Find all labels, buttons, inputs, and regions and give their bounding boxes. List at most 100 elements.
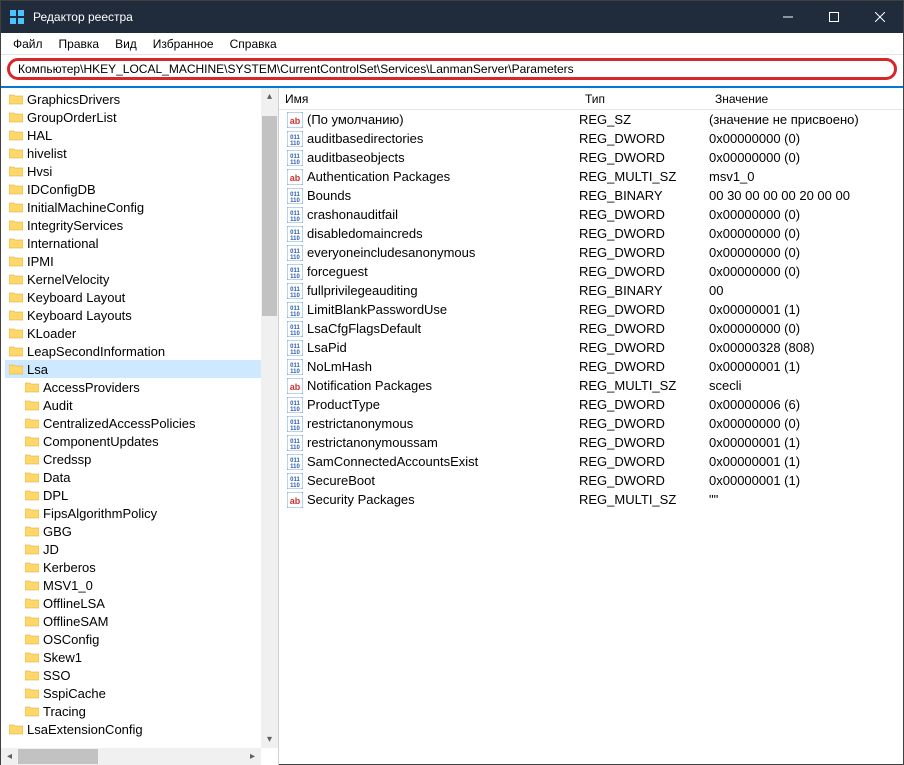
tree-item[interactable]: MSV1_0 [5, 576, 278, 594]
folder-icon [9, 363, 23, 375]
tree-horizontal-scrollbar[interactable]: ◂ ▸ [1, 748, 261, 765]
address-input[interactable]: Компьютер\HKEY_LOCAL_MACHINE\SYSTEM\Curr… [7, 58, 897, 80]
scrollbar-thumb[interactable] [18, 749, 98, 764]
value-row[interactable]: BoundsREG_BINARY00 30 00 00 00 20 00 00 [279, 186, 903, 205]
tree-item[interactable]: SspiCache [5, 684, 278, 702]
menu-edit[interactable]: Правка [51, 35, 108, 53]
folder-icon [9, 273, 23, 285]
tree-item[interactable]: Audit [5, 396, 278, 414]
folder-icon [25, 453, 39, 465]
tree-item[interactable]: InitialMachineConfig [5, 198, 278, 216]
column-headers[interactable]: Имя Тип Значение [279, 88, 903, 110]
tree-item[interactable]: SSO [5, 666, 278, 684]
value-name: NoLmHash [307, 359, 579, 374]
value-name: Notification Packages [307, 378, 579, 393]
value-row[interactable]: forceguestREG_DWORD0x00000000 (0) [279, 262, 903, 281]
value-name: Authentication Packages [307, 169, 579, 184]
tree-item[interactable]: Kerberos [5, 558, 278, 576]
tree-item[interactable]: Hvsi [5, 162, 278, 180]
tree-item[interactable]: Tracing [5, 702, 278, 720]
tree-list[interactable]: GraphicsDriversGroupOrderListHALhivelist… [1, 88, 278, 740]
menu-favorites[interactable]: Избранное [145, 35, 222, 53]
value-row[interactable]: Authentication PackagesREG_MULTI_SZmsv1_… [279, 167, 903, 186]
menu-view[interactable]: Вид [107, 35, 145, 53]
binary-value-icon [287, 302, 303, 318]
value-row[interactable]: restrictanonymousREG_DWORD0x00000000 (0) [279, 414, 903, 433]
tree-item-label: Hvsi [27, 164, 52, 179]
tree-item[interactable]: OSConfig [5, 630, 278, 648]
scrollbar-thumb[interactable] [262, 116, 277, 316]
tree-item-label: Credssp [43, 452, 91, 467]
tree-item[interactable]: OfflineSAM [5, 612, 278, 630]
tree-item[interactable]: Keyboard Layouts [5, 306, 278, 324]
value-row[interactable]: crashonauditfailREG_DWORD0x00000000 (0) [279, 205, 903, 224]
tree-item[interactable]: CentralizedAccessPolicies [5, 414, 278, 432]
folder-icon [9, 111, 23, 123]
tree-item-label: IPMI [27, 254, 54, 269]
tree-item-label: SSO [43, 668, 70, 683]
maximize-button[interactable] [811, 1, 857, 33]
value-row[interactable]: auditbaseobjectsREG_DWORD0x00000000 (0) [279, 148, 903, 167]
value-row[interactable]: Notification PackagesREG_MULTI_SZscecli [279, 376, 903, 395]
folder-icon [25, 435, 39, 447]
value-row[interactable]: disabledomaincredsREG_DWORD0x00000000 (0… [279, 224, 903, 243]
tree-item[interactable]: OfflineLSA [5, 594, 278, 612]
tree-item[interactable]: GraphicsDrivers [5, 90, 278, 108]
value-row[interactable]: SecureBootREG_DWORD0x00000001 (1) [279, 471, 903, 490]
tree-item[interactable]: hivelist [5, 144, 278, 162]
value-data: 0x00000001 (1) [709, 473, 903, 488]
value-row[interactable]: LimitBlankPasswordUseREG_DWORD0x00000001… [279, 300, 903, 319]
tree-item[interactable]: GroupOrderList [5, 108, 278, 126]
value-row[interactable]: everyoneincludesanonymousREG_DWORD0x0000… [279, 243, 903, 262]
value-row[interactable]: restrictanonymoussamREG_DWORD0x00000001 … [279, 433, 903, 452]
tree-item[interactable]: IntegrityServices [5, 216, 278, 234]
value-row[interactable]: fullprivilegeauditingREG_BINARY00 [279, 281, 903, 300]
value-name: crashonauditfail [307, 207, 579, 222]
value-row[interactable]: auditbasedirectoriesREG_DWORD0x00000000 … [279, 129, 903, 148]
value-row[interactable]: LsaPidREG_DWORD0x00000328 (808) [279, 338, 903, 357]
tree-vertical-scrollbar[interactable]: ▴ ▾ [261, 88, 278, 748]
values-list[interactable]: (По умолчанию)REG_SZ(значение не присвое… [279, 110, 903, 765]
tree-item[interactable]: LsaExtensionConfig [5, 720, 278, 738]
tree-item[interactable]: Keyboard Layout [5, 288, 278, 306]
value-row[interactable]: NoLmHashREG_DWORD0x00000001 (1) [279, 357, 903, 376]
tree-item[interactable]: International [5, 234, 278, 252]
column-data[interactable]: Значение [709, 92, 903, 106]
close-button[interactable] [857, 1, 903, 33]
column-name[interactable]: Имя [279, 92, 579, 106]
tree-item[interactable]: HAL [5, 126, 278, 144]
binary-value-icon [287, 207, 303, 223]
column-type[interactable]: Тип [579, 92, 709, 106]
menu-file[interactable]: Файл [5, 35, 51, 53]
tree-item[interactable]: Skew1 [5, 648, 278, 666]
tree-item[interactable]: Credssp [5, 450, 278, 468]
value-type: REG_DWORD [579, 245, 709, 260]
value-name: disabledomaincreds [307, 226, 579, 241]
value-row[interactable]: Security PackagesREG_MULTI_SZ"" [279, 490, 903, 509]
tree-item[interactable]: DPL [5, 486, 278, 504]
value-row[interactable]: LsaCfgFlagsDefaultREG_DWORD0x00000000 (0… [279, 319, 903, 338]
menu-help[interactable]: Справка [222, 35, 285, 53]
tree-item[interactable]: JD [5, 540, 278, 558]
tree-item[interactable]: IDConfigDB [5, 180, 278, 198]
tree-item[interactable]: GBG [5, 522, 278, 540]
value-data: 0x00000001 (1) [709, 454, 903, 469]
tree-item[interactable]: Data [5, 468, 278, 486]
tree-item[interactable]: LeapSecondInformation [5, 342, 278, 360]
tree-item[interactable]: AccessProviders [5, 378, 278, 396]
tree-item[interactable]: Lsa [5, 360, 278, 378]
value-row[interactable]: SamConnectedAccountsExistREG_DWORD0x0000… [279, 452, 903, 471]
tree-item-label: LsaExtensionConfig [27, 722, 143, 737]
tree-item[interactable]: ComponentUpdates [5, 432, 278, 450]
value-row[interactable]: ProductTypeREG_DWORD0x00000006 (6) [279, 395, 903, 414]
value-row[interactable]: (По умолчанию)REG_SZ(значение не присвое… [279, 110, 903, 129]
minimize-button[interactable] [765, 1, 811, 33]
values-pane: Имя Тип Значение (По умолчанию)REG_SZ(зн… [279, 88, 903, 765]
tree-item[interactable]: FipsAlgorithmPolicy [5, 504, 278, 522]
tree-item[interactable]: IPMI [5, 252, 278, 270]
tree-item[interactable]: KernelVelocity [5, 270, 278, 288]
tree-item-label: GraphicsDrivers [27, 92, 120, 107]
value-data: 0x00000000 (0) [709, 321, 903, 336]
tree-item[interactable]: KLoader [5, 324, 278, 342]
tree-item-label: Lsa [27, 362, 48, 377]
